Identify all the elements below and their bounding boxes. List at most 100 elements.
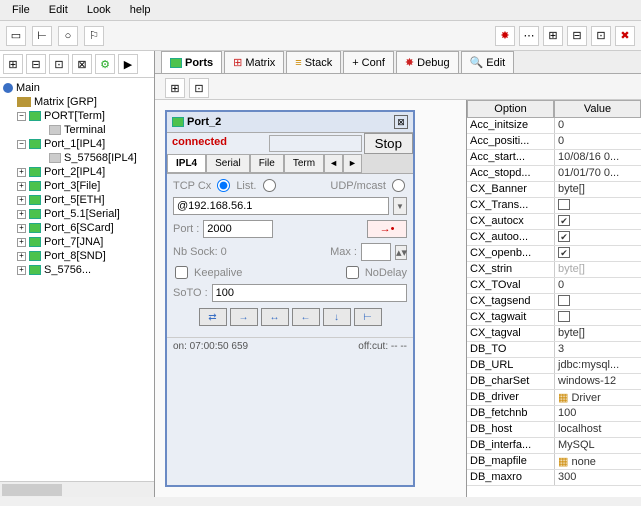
prop-value[interactable]: localhost bbox=[555, 422, 641, 437]
prop-row[interactable]: CX_TOval0 bbox=[467, 278, 641, 294]
prop-row[interactable]: CX_autoo...✔ bbox=[467, 230, 641, 246]
tab-edit[interactable]: 🔍Edit bbox=[461, 51, 515, 73]
prop-value[interactable]: 01/01/70 0... bbox=[555, 166, 641, 181]
checkbox-icon[interactable] bbox=[558, 295, 570, 306]
dtab-term[interactable]: Term bbox=[284, 154, 324, 173]
menu-edit[interactable]: Edit bbox=[41, 2, 76, 18]
keepalive-check[interactable] bbox=[175, 266, 188, 279]
prop-value[interactable]: byte[] bbox=[555, 182, 641, 197]
expand-icon[interactable]: + bbox=[17, 238, 26, 247]
checkbox-icon[interactable]: ✔ bbox=[558, 215, 570, 226]
soto-input[interactable] bbox=[212, 284, 407, 302]
list-radio[interactable] bbox=[263, 179, 276, 192]
tree-port-5[interactable]: +Port_5[ETH] bbox=[3, 193, 151, 207]
prop-value[interactable]: 0 bbox=[555, 118, 641, 133]
prop-value[interactable]: 300 bbox=[555, 470, 641, 485]
prop-row[interactable]: DB_charSetwindows-12 bbox=[467, 374, 641, 390]
tab-next-icon[interactable]: ► bbox=[343, 154, 362, 173]
tb-sun-icon[interactable]: ✸ bbox=[495, 26, 515, 46]
prop-value[interactable]: ✔ bbox=[555, 246, 641, 261]
prop-value[interactable]: 3 bbox=[555, 342, 641, 357]
nodelay-check[interactable] bbox=[346, 266, 359, 279]
close-icon[interactable]: ⊠ bbox=[394, 115, 408, 129]
tb-conn-icon[interactable]: ⊢ bbox=[32, 26, 52, 46]
prop-value[interactable]: 0 bbox=[555, 278, 641, 293]
tab-debug[interactable]: ✸Debug bbox=[396, 51, 459, 73]
prop-value[interactable] bbox=[555, 310, 641, 325]
prop-row[interactable]: DB_driver▦ Driver bbox=[467, 390, 641, 406]
expand-icon[interactable]: + bbox=[17, 168, 26, 177]
sb-tool1[interactable]: ⊞ bbox=[3, 54, 23, 74]
prop-row[interactable]: Acc_start...10/08/16 0... bbox=[467, 150, 641, 166]
prop-row[interactable]: DB_TO3 bbox=[467, 342, 641, 358]
tb-flag-icon[interactable]: ⚐ bbox=[84, 26, 104, 46]
sub-tb-2[interactable]: ⊡ bbox=[189, 78, 209, 98]
btn-right-icon[interactable]: → bbox=[230, 308, 258, 326]
sb-tool3[interactable]: ⊡ bbox=[49, 54, 69, 74]
tree-port-6[interactable]: +Port_6[SCard] bbox=[3, 221, 151, 235]
expand-icon[interactable]: + bbox=[17, 210, 26, 219]
dtab-ipl4[interactable]: IPL4 bbox=[167, 154, 206, 173]
prop-row[interactable]: Acc_stopd...01/01/70 0... bbox=[467, 166, 641, 182]
sb-tool2[interactable]: ⊟ bbox=[26, 54, 46, 74]
prop-row[interactable]: DB_hostlocalhost bbox=[467, 422, 641, 438]
prop-row[interactable]: CX_Bannerbyte[] bbox=[467, 182, 641, 198]
tb-new-icon[interactable]: ▭ bbox=[6, 26, 26, 46]
menu-file[interactable]: File bbox=[4, 2, 38, 18]
prop-value[interactable]: byte[] bbox=[555, 326, 641, 341]
tree-matrix[interactable]: Matrix [GRP] bbox=[3, 95, 151, 109]
sb-configure-icon[interactable]: ⚙ bbox=[95, 54, 115, 74]
prop-row[interactable]: Acc_initsize0 bbox=[467, 118, 641, 134]
tree-root[interactable]: Main bbox=[3, 81, 151, 95]
collapse-icon[interactable]: − bbox=[17, 112, 26, 121]
tree-s57568[interactable]: S_57568[IPL4] bbox=[3, 151, 151, 165]
collapse-icon[interactable]: − bbox=[17, 140, 26, 149]
prop-value[interactable]: ✔ bbox=[555, 230, 641, 245]
max-input[interactable] bbox=[361, 243, 391, 261]
ip-input[interactable] bbox=[173, 197, 389, 215]
prop-value[interactable]: ▦ none bbox=[555, 454, 641, 469]
stop-button[interactable]: Stop bbox=[364, 133, 413, 154]
tree-s5756[interactable]: +S_5756... bbox=[3, 263, 151, 277]
tree-port-3[interactable]: +Port_3[File] bbox=[3, 179, 151, 193]
prop-row[interactable]: CX_tagsend bbox=[467, 294, 641, 310]
prop-row[interactable]: CX_autocx✔ bbox=[467, 214, 641, 230]
checkbox-icon[interactable]: ✔ bbox=[558, 231, 570, 242]
prop-value[interactable]: jdbc:mysql... bbox=[555, 358, 641, 373]
udp-radio[interactable] bbox=[392, 179, 405, 192]
tab-prev-icon[interactable]: ◄ bbox=[324, 154, 343, 173]
expand-icon[interactable]: + bbox=[17, 196, 26, 205]
tab-stack[interactable]: ≡Stack bbox=[286, 51, 341, 73]
prop-value[interactable]: MySQL bbox=[555, 438, 641, 453]
tab-ports[interactable]: Ports bbox=[161, 51, 222, 73]
menu-look[interactable]: Look bbox=[79, 2, 119, 18]
btn-down-icon[interactable]: ↓ bbox=[323, 308, 351, 326]
dtab-serial[interactable]: Serial bbox=[206, 154, 250, 173]
prop-row[interactable]: CX_openb...✔ bbox=[467, 246, 641, 262]
port-action-icon[interactable]: →• bbox=[367, 220, 407, 238]
prop-value[interactable] bbox=[555, 294, 641, 309]
tb-dots-icon[interactable]: ⋯ bbox=[519, 26, 539, 46]
prop-value[interactable]: ▦ Driver bbox=[555, 390, 641, 405]
tb-link-icon[interactable]: ⊡ bbox=[591, 26, 611, 46]
prop-value[interactable]: ✔ bbox=[555, 214, 641, 229]
prop-row[interactable]: CX_Trans... bbox=[467, 198, 641, 214]
btn-inout-icon[interactable]: ⇄ bbox=[199, 308, 227, 326]
tree-port-2[interactable]: +Port_2[IPL4] bbox=[3, 165, 151, 179]
tree-port-8[interactable]: +Port_8[SND] bbox=[3, 249, 151, 263]
prop-row[interactable]: Acc_positi...0 bbox=[467, 134, 641, 150]
checkbox-icon[interactable] bbox=[558, 311, 570, 322]
tab-matrix[interactable]: ⊞Matrix bbox=[224, 51, 284, 73]
tb-win2-icon[interactable]: ⊟ bbox=[567, 26, 587, 46]
tb-win1-icon[interactable]: ⊞ bbox=[543, 26, 563, 46]
btn-conn-icon[interactable]: ⊢ bbox=[354, 308, 382, 326]
btn-lr-icon[interactable]: ↔ bbox=[261, 308, 289, 326]
prop-row[interactable]: CX_strinbyte[] bbox=[467, 262, 641, 278]
tab-conf[interactable]: +Conf bbox=[343, 51, 394, 73]
menu-help[interactable]: help bbox=[122, 2, 159, 18]
tree-port-term[interactable]: −PORT[Term] bbox=[3, 109, 151, 123]
tree-terminal[interactable]: Terminal bbox=[3, 123, 151, 137]
checkbox-icon[interactable] bbox=[558, 199, 570, 210]
sb-play-icon[interactable]: ▶ bbox=[118, 54, 138, 74]
prop-row[interactable]: DB_URLjdbc:mysql... bbox=[467, 358, 641, 374]
